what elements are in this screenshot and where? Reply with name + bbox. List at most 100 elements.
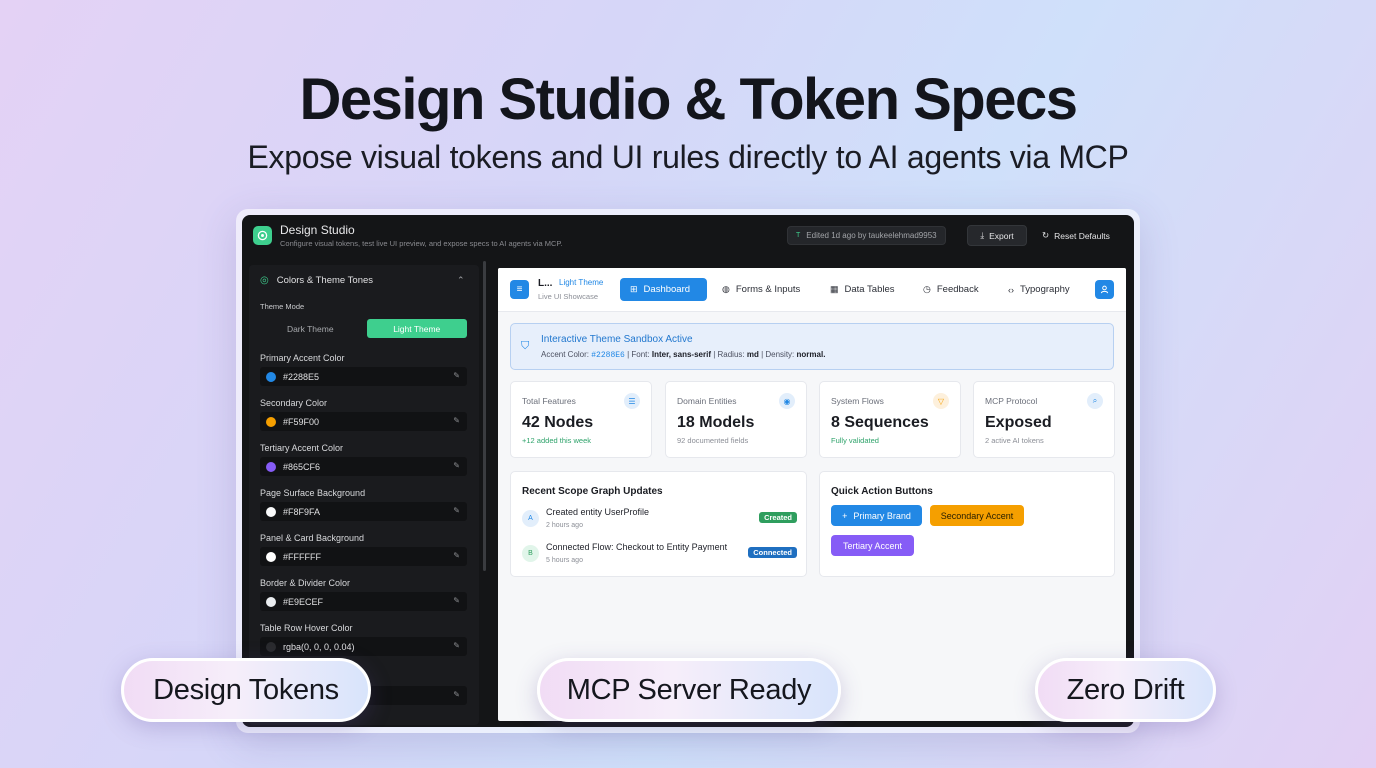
color-input[interactable]: #E9ECEF ✎ bbox=[260, 592, 467, 611]
export-label: Export bbox=[989, 230, 1014, 241]
design-tokens-pill: Design Tokens bbox=[121, 658, 371, 722]
primary-accent-field: Primary Accent Color #2288E5 ✎ bbox=[260, 353, 467, 386]
color-swatch[interactable] bbox=[266, 596, 276, 607]
filter-icon: ▽ bbox=[933, 393, 949, 409]
tab-label: Dashboard bbox=[643, 284, 691, 295]
list-item: B Connected Flow: Checkout to Entity Pay… bbox=[522, 542, 797, 570]
color-value: #2288E5 bbox=[283, 371, 320, 382]
color-value: #865CF6 bbox=[283, 461, 321, 472]
quick-actions-card: Quick Action Buttons + Primary Brand Sec… bbox=[819, 471, 1115, 577]
density-value: normal. bbox=[796, 350, 826, 359]
pencil-icon[interactable]: ✎ bbox=[453, 690, 460, 699]
plus-icon: + bbox=[842, 510, 848, 521]
light-theme-option[interactable]: Light Theme bbox=[366, 319, 467, 338]
tertiary-accent-button[interactable]: Tertiary Accent bbox=[831, 535, 914, 556]
field-label: Table Row Hover Color bbox=[260, 623, 353, 633]
code-icon: ‹› bbox=[1008, 284, 1014, 295]
pencil-icon[interactable]: ✎ bbox=[453, 506, 460, 515]
editor-avatar: T bbox=[796, 232, 801, 239]
banner-details: Accent Color: #2288E6 | Font: Inter, san… bbox=[541, 350, 825, 360]
tab-feedback[interactable]: ◷ Feedback bbox=[913, 278, 989, 301]
update-text: Connected Flow: Checkout to Entity Payme… bbox=[546, 542, 728, 552]
hero-subtitle: Expose visual tokens and UI rules direct… bbox=[247, 139, 1129, 175]
pencil-icon[interactable]: ✎ bbox=[453, 416, 460, 425]
color-value: rgba(0, 0, 0, 0.04) bbox=[283, 641, 355, 652]
color-input[interactable]: #FFFFFF ✎ bbox=[260, 547, 467, 566]
color-input[interactable]: #865CF6 ✎ bbox=[260, 457, 467, 476]
color-swatch[interactable] bbox=[266, 416, 276, 427]
stat-note: 92 documented fields bbox=[677, 436, 749, 445]
reset-defaults-button[interactable]: ↻ Reset Defaults bbox=[1042, 230, 1110, 241]
app-title: Design Studio bbox=[280, 223, 355, 237]
edited-status: T Edited 1d ago by taukeelehmad9953 bbox=[787, 226, 946, 245]
field-label: Primary Accent Color bbox=[260, 353, 345, 363]
tab-data-tables[interactable]: ▦ Data Tables bbox=[820, 278, 905, 301]
button-label: Primary Brand bbox=[853, 510, 911, 521]
colors-section-header[interactable]: ◎ Colors & Theme Tones bbox=[260, 275, 373, 286]
stat-value: 18 Models bbox=[677, 414, 755, 431]
card-title: Quick Action Buttons bbox=[831, 486, 933, 497]
app-description: Configure visual tokens, test live UI pr… bbox=[280, 239, 563, 248]
tab-typography[interactable]: ‹› Typography bbox=[998, 278, 1080, 301]
row-hover-field: Table Row Hover Color rgba(0, 0, 0, 0.04… bbox=[260, 623, 467, 656]
color-input[interactable]: #F8F9FA ✎ bbox=[260, 502, 467, 521]
page-surface-field: Page Surface Background #F8F9FA ✎ bbox=[260, 488, 467, 521]
status-badge: Created bbox=[759, 512, 797, 523]
color-swatch[interactable] bbox=[266, 551, 276, 562]
dark-theme-option[interactable]: Dark Theme bbox=[260, 319, 361, 338]
radius-label: | Radius: bbox=[710, 350, 747, 359]
user-icon[interactable] bbox=[1095, 280, 1114, 299]
pencil-icon[interactable]: ✎ bbox=[453, 551, 460, 560]
primary-brand-button[interactable]: + Primary Brand bbox=[831, 505, 922, 526]
stat-value: 8 Sequences bbox=[831, 414, 929, 431]
stat-mcp-protocol: MCP Protocol Exposed 2 active AI tokens … bbox=[973, 381, 1115, 458]
theme-toggle: Dark Theme Light Theme bbox=[260, 319, 467, 338]
hero-title: Design Studio & Token Specs bbox=[299, 67, 1079, 132]
tab-label: Typography bbox=[1020, 284, 1070, 295]
color-swatch[interactable] bbox=[266, 506, 276, 517]
tab-forms-inputs[interactable]: ◍ Forms & Inputs bbox=[712, 278, 810, 301]
pencil-icon[interactable]: ✎ bbox=[453, 371, 460, 380]
color-input[interactable]: #2288E5 ✎ bbox=[260, 367, 467, 386]
pencil-icon[interactable]: ✎ bbox=[453, 596, 460, 605]
stat-system-flows: System Flows 8 Sequences Fully validated… bbox=[819, 381, 961, 458]
tab-dashboard[interactable]: ⊞ Dashboard bbox=[620, 278, 707, 301]
reset-icon: ↻ bbox=[1042, 230, 1050, 240]
edited-text: Edited 1d ago by taukeelehmad9953 bbox=[806, 231, 937, 240]
stat-value: Exposed bbox=[985, 414, 1052, 431]
tab-label: Forms & Inputs bbox=[735, 284, 801, 295]
pencil-icon[interactable]: ✎ bbox=[453, 461, 460, 470]
accent-value: #2288E6 bbox=[591, 351, 625, 360]
export-button[interactable]: ⤓ Export bbox=[967, 225, 1027, 246]
button-label: Tertiary Accent bbox=[842, 540, 903, 551]
stat-label: Total Features bbox=[522, 396, 576, 406]
field-label: Page Surface Background bbox=[260, 488, 366, 498]
color-swatch[interactable] bbox=[266, 371, 276, 382]
sidebar-scrollbar[interactable] bbox=[483, 261, 486, 571]
color-input[interactable]: #F59F00 ✎ bbox=[260, 412, 467, 431]
accent-label: Accent Color: bbox=[541, 350, 592, 359]
search-icon: ⌕ bbox=[1087, 393, 1103, 409]
color-input[interactable]: rgba(0, 0, 0, 0.04) ✎ bbox=[260, 637, 467, 656]
color-value: #F8F9FA bbox=[283, 506, 321, 517]
stat-domain-entities: Domain Entities 18 Models 92 documented … bbox=[665, 381, 807, 458]
field-label: Tertiary Accent Color bbox=[260, 443, 344, 453]
database-icon: ◉ bbox=[779, 393, 795, 409]
stat-note: Fully validated bbox=[831, 436, 879, 445]
app-logo-icon bbox=[253, 226, 272, 245]
sandbox-banner: ⛉ Interactive Theme Sandbox Active Accen… bbox=[510, 323, 1114, 370]
token-sidebar: ◎ Colors & Theme Tones ⌃ Theme Mode Dark… bbox=[249, 265, 479, 725]
stat-value: 42 Nodes bbox=[522, 414, 594, 431]
density-label: | Density: bbox=[758, 350, 797, 359]
color-swatch[interactable] bbox=[266, 641, 276, 652]
download-icon: ⤓ bbox=[980, 230, 985, 240]
update-time: 5 hours ago bbox=[546, 557, 583, 564]
secondary-accent-button[interactable]: Secondary Accent bbox=[930, 505, 1024, 526]
color-value: #F59F00 bbox=[283, 416, 320, 427]
pencil-icon[interactable]: ✎ bbox=[453, 641, 460, 650]
chevron-up-icon[interactable]: ⌃ bbox=[457, 275, 465, 286]
stat-total-features: Total Features 42 Nodes +12 added this w… bbox=[510, 381, 652, 458]
color-swatch[interactable] bbox=[266, 461, 276, 472]
avatar: A bbox=[522, 510, 539, 527]
zero-drift-pill: Zero Drift bbox=[1035, 658, 1216, 722]
